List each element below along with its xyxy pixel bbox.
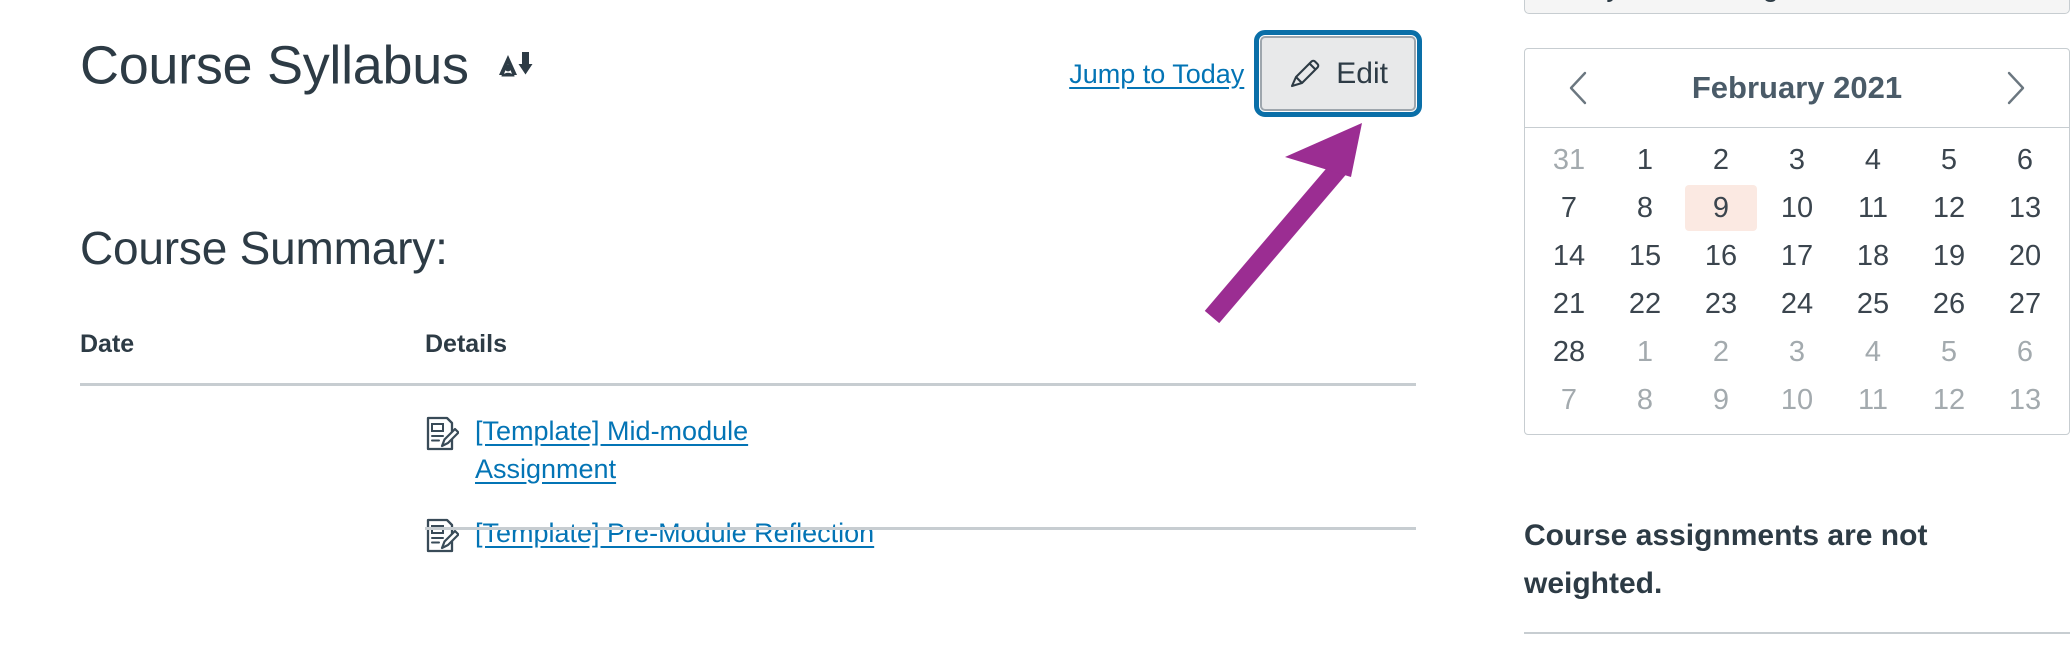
calendar-day[interactable]: 13 xyxy=(1989,377,2061,423)
calendar-day[interactable]: 7 xyxy=(1533,377,1605,423)
cell-date xyxy=(80,514,425,585)
row-divider xyxy=(425,527,1416,530)
calendar-day[interactable]: 25 xyxy=(1837,281,1909,327)
calendar-day[interactable]: 1 xyxy=(1609,137,1681,183)
course-summary-table: Date Details [Template] Mid-module Assig… xyxy=(80,330,1416,585)
calendar-day[interactable]: 1 xyxy=(1609,329,1681,375)
calendar-day[interactable]: 6 xyxy=(1989,137,2061,183)
pencil-icon xyxy=(1288,57,1322,91)
calendar-month-label: February 2021 xyxy=(1691,70,1903,105)
calendar-day[interactable]: 21 xyxy=(1533,281,1605,327)
calendar-day[interactable]: 20 xyxy=(1989,233,2061,279)
edit-button-label: Edit xyxy=(1336,56,1388,90)
calendar-day[interactable]: 11 xyxy=(1837,185,1909,231)
calendar-day[interactable]: 14 xyxy=(1533,233,1605,279)
calendar-day[interactable]: 10 xyxy=(1761,185,1833,231)
table-head: Date Details xyxy=(80,330,1416,385)
calendar-day[interactable]: 16 xyxy=(1685,233,1757,279)
cell-date xyxy=(80,385,425,515)
calendar-day[interactable]: 27 xyxy=(1989,281,2061,327)
edit-button[interactable]: Edit xyxy=(1254,30,1422,117)
jump-to-today-link[interactable]: Jump to Today xyxy=(1069,43,1244,105)
assignment-weighting-note: Course assignments are not weighted. xyxy=(1524,519,1928,600)
mini-calendar: February 2021 31 1 2 3 4 5 6 7 8 9 10 11 12 13 14 15 16 1… xyxy=(1524,48,2070,435)
table-header-row: Date Details xyxy=(80,330,1416,385)
calendar-day[interactable]: 26 xyxy=(1913,281,1985,327)
calendar-day[interactable]: 19 xyxy=(1913,233,1985,279)
calendar-day[interactable]: 4 xyxy=(1837,137,1909,183)
calendar-day[interactable]: 11 xyxy=(1837,377,1909,423)
page-title: Course Syllabus xyxy=(80,30,535,108)
chevron-left-icon[interactable] xyxy=(1557,66,1601,110)
cell-details: [Template] Pre-Module Reflection xyxy=(425,514,1416,585)
calendar-day[interactable]: 23 xyxy=(1685,281,1757,327)
sidebar-divider xyxy=(1524,632,2070,634)
assignment-link[interactable]: [Template] Mid-module Assignment xyxy=(475,412,895,488)
calendar-day[interactable]: 6 xyxy=(1989,329,2061,375)
calendar-day[interactable]: 12 xyxy=(1913,185,1985,231)
cell-details: [Template] Mid-module Assignment xyxy=(425,385,1416,515)
course-summary-heading: Course Summary: xyxy=(80,222,448,274)
header-actions: Jump to Today Edit xyxy=(1069,30,1422,117)
assignment-icon xyxy=(425,416,460,457)
page-title-text: Course Syllabus xyxy=(80,35,469,96)
calendar-day[interactable]: 10 xyxy=(1761,377,1833,423)
calendar-day-today[interactable]: 9 xyxy=(1685,185,1757,231)
calendar-day[interactable]: 3 xyxy=(1761,329,1833,375)
calendar-day[interactable]: 5 xyxy=(1913,137,1985,183)
syllabus-navigation-label: Syllabus Navigation xyxy=(1587,0,1842,4)
column-header-date: Date xyxy=(80,330,135,358)
assignment-icon xyxy=(425,518,460,559)
assignment-link[interactable]: [Template] Pre-Module Reflection xyxy=(475,514,874,552)
triangle-right-icon xyxy=(1551,0,1569,1)
calendar-day[interactable]: 24 xyxy=(1761,281,1833,327)
calendar-day[interactable]: 5 xyxy=(1913,329,1985,375)
sidebar-column: Syllabus Navigation February 2021 311234… xyxy=(1524,0,2070,654)
calendar-day[interactable]: 15 xyxy=(1609,233,1681,279)
calendar-day[interactable]: 2 xyxy=(1685,329,1757,375)
table-row: [Template] Pre-Module Reflection xyxy=(80,514,1416,585)
table-row: [Template] Mid-module Assignment xyxy=(80,385,1416,515)
calendar-day[interactable]: 22 xyxy=(1609,281,1681,327)
calendar-header: February 2021 xyxy=(1525,49,2069,128)
calendar-day[interactable]: 31 xyxy=(1533,137,1605,183)
column-header-details: Details xyxy=(425,330,507,358)
chevron-right-icon[interactable] xyxy=(1993,66,2037,110)
calendar-day[interactable]: 18 xyxy=(1837,233,1909,279)
calendar-day[interactable]: 8 xyxy=(1609,377,1681,423)
immersive-reader-icon[interactable] xyxy=(497,30,535,100)
calendar-day[interactable]: 13 xyxy=(1989,185,2061,231)
calendar-day[interactable]: 8 xyxy=(1609,185,1681,231)
calendar-day[interactable]: 12 xyxy=(1913,377,1985,423)
calendar-day[interactable]: 17 xyxy=(1761,233,1833,279)
calendar-day[interactable]: 9 xyxy=(1685,377,1757,423)
calendar-day[interactable]: 4 xyxy=(1837,329,1909,375)
table-body: [Template] Mid-module Assignment [Templat… xyxy=(80,385,1416,586)
calendar-day[interactable]: 7 xyxy=(1533,185,1605,231)
main-content-column: Course Syllabus Jump to Today Edit Cours… xyxy=(0,0,1500,654)
syllabus-page: Course Syllabus Jump to Today Edit Cours… xyxy=(0,0,2070,654)
calendar-day[interactable]: 2 xyxy=(1685,137,1757,183)
syllabus-header: Course Syllabus Jump to Today Edit xyxy=(80,30,1422,117)
assignment-entry: [Template] Pre-Module Reflection xyxy=(425,514,1416,559)
calendar-day[interactable]: 3 xyxy=(1761,137,1833,183)
syllabus-navigation-toggle[interactable]: Syllabus Navigation xyxy=(1524,0,2070,14)
calendar-day[interactable]: 28 xyxy=(1533,329,1605,375)
assignment-entry: [Template] Mid-module Assignment xyxy=(425,412,1416,488)
calendar-grid: 31 1 2 3 4 5 6 7 8 9 10 11 12 13 14 15 16 17 18 19 20 21 22 23 2… xyxy=(1525,128,2069,434)
